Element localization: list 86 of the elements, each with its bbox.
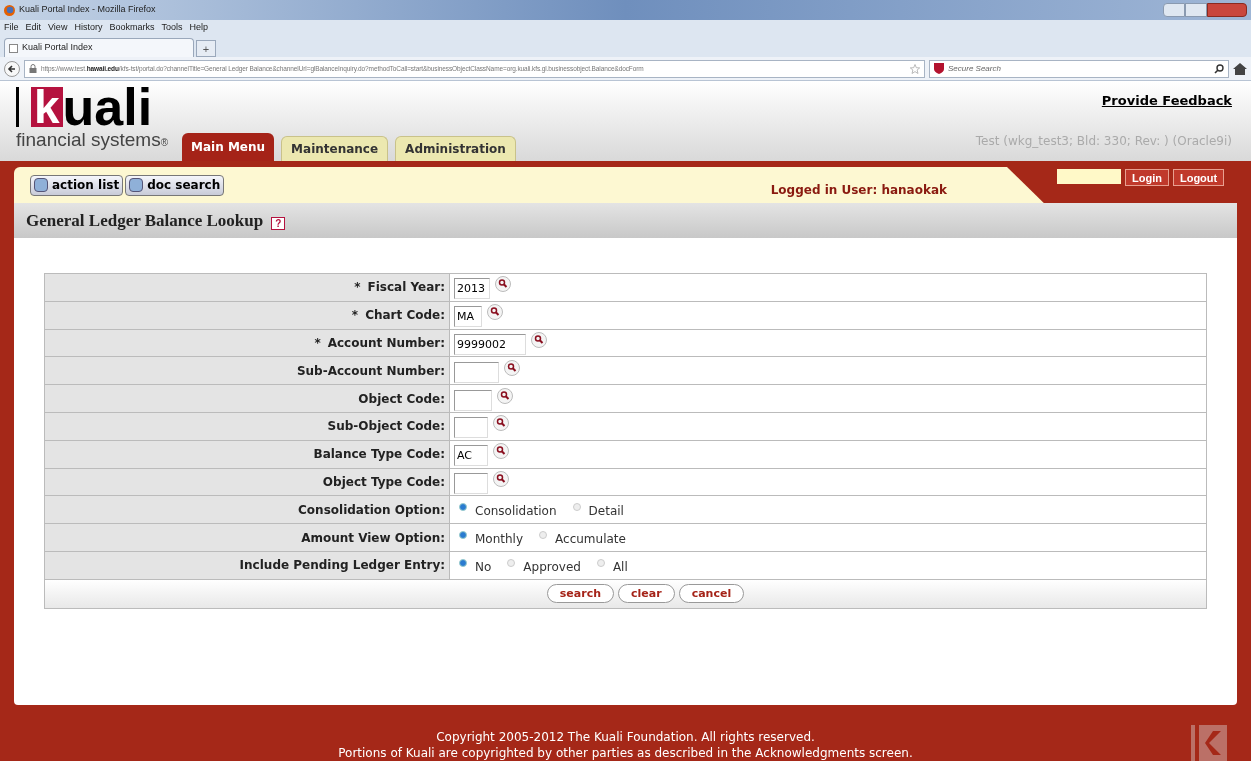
logo-tagline: financial systems® [16,129,169,152]
home-icon[interactable] [1233,62,1247,75]
text-field[interactable] [454,472,488,494]
shield-icon [934,63,944,74]
text-field[interactable]: AC [454,445,488,467]
address-field[interactable] [24,59,925,78]
nav-tab[interactable]: Administration [395,136,516,161]
lookup-icon[interactable] [487,304,503,321]
lock-icon [29,64,37,73]
search-icon[interactable] [1214,63,1224,74]
radio-option[interactable]: No [459,554,492,576]
text-field[interactable] [454,417,488,439]
help-icon[interactable]: ? [271,217,286,230]
text-field[interactable] [454,389,492,411]
menu-item[interactable]: Tools [161,21,183,35]
field-label: Balance Type Code: [45,440,450,468]
menu-item[interactable]: Edit [25,21,42,35]
firefox-icon [4,4,15,16]
maximize-button[interactable] [1185,3,1207,17]
lookup-icon[interactable] [495,276,511,293]
menu-item[interactable]: Help [189,21,208,35]
tab-title: Kuali Portal Index [22,41,93,55]
field-label: * Account Number: [45,329,450,357]
menu-item[interactable]: View [48,21,68,35]
lookup-icon[interactable] [497,387,513,404]
radio-option[interactable]: Consolidation [459,499,557,521]
radio-option[interactable]: Monthly [459,527,524,549]
minimize-button[interactable] [1163,3,1185,17]
menu-item[interactable]: History [74,21,103,35]
action-button[interactable]: search [546,584,615,604]
lookup-icon[interactable] [493,443,509,460]
page-title: General Ledger Balance Lookup [26,209,264,232]
action-button[interactable]: cancel [678,584,745,604]
new-tab-button[interactable]: + [196,40,216,57]
radio-button[interactable] [596,558,605,567]
radio-option[interactable]: Detail [572,499,624,521]
star-icon[interactable] [910,63,920,74]
text-field[interactable] [454,361,499,383]
radio-option[interactable]: Accumulate [539,527,626,549]
search-field[interactable]: Secure Search [948,62,1210,75]
field-label: Sub-Account Number: [45,357,450,385]
field-label: Amount View Option: [45,524,450,551]
radio-button[interactable] [459,558,467,567]
login-button[interactable]: Login [1125,169,1169,186]
radio-option[interactable]: All [596,554,628,576]
footer-text: Copyright 2005-2012 The Kuali Foundation. All rights reserved. [436,729,815,745]
page-icon [9,43,18,53]
field-label: Include Pending Ledger Entry: [45,551,450,579]
toolbar-button[interactable]: doc search [125,174,225,196]
field-label: Sub-Object Code: [45,413,450,440]
kuali-mark-icon [1191,725,1227,761]
field-label: * Fiscal Year: [45,274,450,301]
login-field[interactable] [1057,169,1121,184]
action-button[interactable]: clear [618,584,675,604]
menu-item[interactable]: Bookmarks [109,21,155,35]
field-label: Object Type Code: [45,468,450,496]
nav-tab[interactable]: Maintenance [281,136,389,161]
footer-text: Portions of Kuali are copyrighted by other parties as described in the Acknowledgments screen. [338,745,913,761]
window-title: Kuali Portal Index - Mozilla Firefox [19,3,156,17]
lookup-icon[interactable] [531,332,547,348]
lookup-icon[interactable] [493,415,509,432]
radio-option[interactable]: Approved [507,554,581,576]
field-label: Consolidation Option: [45,496,450,524]
lookup-icon[interactable] [493,470,509,487]
menu-item[interactable]: File [4,21,19,35]
field-label: Object Code: [45,385,450,412]
logged-in-user: Logged in User: hanaokak [770,182,947,199]
browser-tab[interactable]: Kuali Portal Index [4,38,194,57]
toolbar-button[interactable]: action list [30,174,124,196]
radio-button[interactable] [459,531,467,540]
field-label: * Chart Code: [45,301,450,329]
nav-tab[interactable]: Main Menu [182,133,275,161]
provide-feedback-link[interactable]: Provide Feedback [1101,91,1232,111]
build-info: Test (wkg_test3; Bld: 330; Rev: ) (Oracle9i) [975,132,1232,150]
radio-button[interactable] [572,503,581,512]
search-bar[interactable]: Secure Search [929,59,1229,78]
text-field[interactable]: 2013 [454,278,490,300]
radio-button[interactable] [459,503,467,512]
radio-button[interactable] [539,531,548,540]
kuali-logo: kuali [16,87,169,127]
back-icon[interactable] [4,60,20,77]
text-field[interactable]: 9999002 [454,334,526,355]
login-button[interactable]: Logout [1172,169,1225,186]
text-field[interactable]: MA [454,306,482,328]
lookup-icon[interactable] [504,359,520,376]
radio-button[interactable] [507,558,516,567]
